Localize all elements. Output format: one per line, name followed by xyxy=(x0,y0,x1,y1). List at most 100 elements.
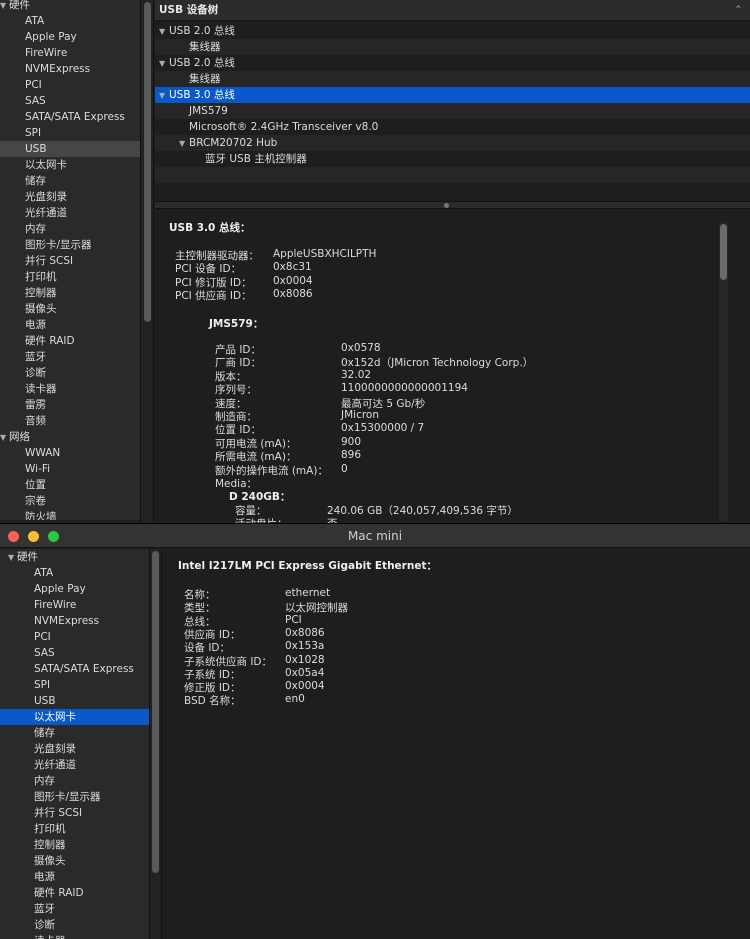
sidebar-item-摄像头[interactable]: 摄像头 xyxy=(0,301,140,317)
disclosure-triangle-icon[interactable]: ▼ xyxy=(179,136,189,152)
sidebar-item-apple-pay[interactable]: Apple Pay xyxy=(0,581,149,597)
sidebar-item-以太网卡[interactable]: 以太网卡 xyxy=(0,157,140,173)
sidebar-item-label: 储存 xyxy=(34,727,55,739)
device-tree-row-microsoft-2-4ghz-transceiver-v8-0[interactable]: Microsoft® 2.4GHz Transceiver v8.0 xyxy=(155,119,750,135)
sidebar-item-sata-sata-express[interactable]: SATA/SATA Express xyxy=(0,661,149,677)
sidebar-item-读卡器[interactable]: 读卡器 xyxy=(0,381,140,397)
sidebar-item-防火墙[interactable]: 防火墙 xyxy=(0,509,140,520)
device-tree-row-usb-3-0-总线[interactable]: ▼ USB 3.0 总线 xyxy=(155,87,750,103)
disclosure-triangle-icon[interactable]: ▼ xyxy=(159,56,169,72)
sidebar-item-usb[interactable]: USB xyxy=(0,141,140,157)
category-sidebar[interactable]: ▼ 硬件 ATA Apple Pay FireWire NVMExpress PCI SAS S… xyxy=(0,549,149,939)
sidebar-group-硬件[interactable]: ▼ 硬件 xyxy=(0,0,140,13)
sidebar-item-spi[interactable]: SPI xyxy=(0,677,149,693)
sidebar-item-控制器[interactable]: 控制器 xyxy=(0,837,149,853)
splitter-handle-icon[interactable] xyxy=(444,203,449,208)
sidebar-item-光纤通道[interactable]: 光纤通道 xyxy=(0,205,140,221)
device-tree-row-集线器[interactable]: 集线器 xyxy=(155,71,750,87)
sidebar-item-电源[interactable]: 电源 xyxy=(0,869,149,885)
sidebar-item-诊断[interactable]: 诊断 xyxy=(0,365,140,381)
sidebar-group-网络[interactable]: ▼ 网络 xyxy=(0,429,140,445)
sidebar-item-label: 以太网卡 xyxy=(25,159,67,171)
disclosure-triangle-icon[interactable]: ▼ xyxy=(159,24,169,40)
sidebar-item-nvmexpress[interactable]: NVMExpress xyxy=(0,61,140,77)
sidebar-item-电源[interactable]: 电源 xyxy=(0,317,140,333)
property-value: 896 xyxy=(341,449,362,462)
sidebar-item-蓝牙[interactable]: 蓝牙 xyxy=(0,901,149,917)
sidebar-group-硬件[interactable]: ▼ 硬件 xyxy=(0,549,149,565)
device-tree-row-usb-2-0-总线[interactable]: ▼ USB 2.0 总线 xyxy=(155,55,750,71)
sidebar-item-光纤通道[interactable]: 光纤通道 xyxy=(0,757,149,773)
sidebar-item-储存[interactable]: 储存 xyxy=(0,173,140,189)
sidebar-item-雷雳[interactable]: 雷雳 xyxy=(0,397,140,413)
sidebar-item-label: 电源 xyxy=(34,871,55,883)
sidebar-scrollbar[interactable] xyxy=(149,549,162,939)
device-tree-row-jms579[interactable]: JMS579 xyxy=(155,103,750,119)
sidebar-item-储存[interactable]: 储存 xyxy=(0,725,149,741)
sidebar-scrollbar[interactable] xyxy=(140,0,154,523)
sidebar-item-sata-sata-express[interactable]: SATA/SATA Express xyxy=(0,109,140,125)
sidebar-item-图形卡-显示器[interactable]: 图形卡/显示器 xyxy=(0,237,140,253)
sidebar-item-firewire[interactable]: FireWire xyxy=(0,597,149,613)
disclosure-triangle-icon[interactable]: ▼ xyxy=(0,0,9,14)
sidebar-item-label: 打印机 xyxy=(34,823,66,835)
sidebar-item-打印机[interactable]: 打印机 xyxy=(0,821,149,837)
sidebar-item-硬件-raid[interactable]: 硬件 RAID xyxy=(0,333,140,349)
sidebar-item-nvmexpress[interactable]: NVMExpress xyxy=(0,613,149,629)
detail-scrollbar[interactable] xyxy=(719,222,728,522)
sidebar-item-音频[interactable]: 音频 xyxy=(0,413,140,429)
sidebar-item-apple-pay[interactable]: Apple Pay xyxy=(0,29,140,45)
sidebar-item-图形卡-显示器[interactable]: 图形卡/显示器 xyxy=(0,789,149,805)
sidebar-item-wi-fi[interactable]: Wi-Fi xyxy=(0,461,140,477)
sidebar-item-内存[interactable]: 内存 xyxy=(0,773,149,789)
sidebar-item-硬件-raid[interactable]: 硬件 RAID xyxy=(0,885,149,901)
sidebar-item-并行-scsi[interactable]: 并行 SCSI xyxy=(0,805,149,821)
usb-device-tree[interactable]: ▼ USB 2.0 总线 集线器 ▼ USB 2.0 总线 集线器 ▼ USB 3.0 总线 J… xyxy=(155,21,750,201)
category-sidebar[interactable]: ▼ 硬件 ATA Apple Pay FireWire NVMExpress PCI SAS S… xyxy=(0,0,140,520)
pane-splitter[interactable] xyxy=(155,201,750,209)
sidebar-item-label: 以太网卡 xyxy=(34,711,76,723)
device-tree-row-集线器[interactable]: 集线器 xyxy=(155,39,750,55)
sidebar-item-蓝牙[interactable]: 蓝牙 xyxy=(0,349,140,365)
sidebar-item-以太网卡[interactable]: 以太网卡 xyxy=(0,709,149,725)
chevron-up-icon[interactable]: ⌃ xyxy=(734,0,742,20)
device-tree-row-brcm20702-hub[interactable]: ▼ BRCM20702 Hub xyxy=(155,135,750,151)
sidebar-item-spi[interactable]: SPI xyxy=(0,125,140,141)
detail-scroll-thumb[interactable] xyxy=(720,224,727,280)
sidebar-item-位置[interactable]: 位置 xyxy=(0,477,140,493)
property-value: 0x1028 xyxy=(285,653,325,666)
sidebar-item-ata[interactable]: ATA xyxy=(0,13,140,29)
sidebar-item-内存[interactable]: 内存 xyxy=(0,221,140,237)
sidebar-item-宗卷[interactable]: 宗卷 xyxy=(0,493,140,509)
system-information-window-usb: ▼ 硬件 ATA Apple Pay FireWire NVMExpress PCI SAS S… xyxy=(0,0,750,523)
device-tree-header[interactable]: USB 设备树 ⌃ xyxy=(155,0,750,21)
sidebar-item-label: WWAN xyxy=(25,447,61,459)
sidebar-item-诊断[interactable]: 诊断 xyxy=(0,917,149,933)
disclosure-triangle-icon[interactable]: ▼ xyxy=(0,430,9,446)
sidebar-item-ata[interactable]: ATA xyxy=(0,565,149,581)
title-bar[interactable]: Mac mini xyxy=(0,524,750,548)
sidebar-item-pci[interactable]: PCI xyxy=(0,77,140,93)
device-tree-label: 蓝牙 USB 主机控制器 xyxy=(205,153,307,165)
device-tree-row-usb-2-0-总线[interactable]: ▼ USB 2.0 总线 xyxy=(155,23,750,39)
disclosure-triangle-icon[interactable]: ▼ xyxy=(159,88,169,104)
sidebar-item-firewire[interactable]: FireWire xyxy=(0,45,140,61)
sidebar-item-控制器[interactable]: 控制器 xyxy=(0,285,140,301)
sidebar-item-sas[interactable]: SAS xyxy=(0,93,140,109)
sidebar-item-label: 读卡器 xyxy=(25,383,57,395)
sidebar-item-usb[interactable]: USB xyxy=(0,693,149,709)
sidebar-item-label: Wi-Fi xyxy=(25,463,51,475)
sidebar-item-光盘刻录[interactable]: 光盘刻录 xyxy=(0,189,140,205)
sidebar-item-读卡器[interactable]: 读卡器 xyxy=(0,933,149,939)
sidebar-item-pci[interactable]: PCI xyxy=(0,629,149,645)
disclosure-triangle-icon[interactable]: ▼ xyxy=(8,550,17,566)
sidebar-scroll-thumb[interactable] xyxy=(144,2,151,322)
sidebar-item-光盘刻录[interactable]: 光盘刻录 xyxy=(0,741,149,757)
device-tree-row-蓝牙-usb-主机控制器[interactable]: 蓝牙 USB 主机控制器 xyxy=(155,151,750,167)
sidebar-item-sas[interactable]: SAS xyxy=(0,645,149,661)
sidebar-scroll-thumb[interactable] xyxy=(152,551,159,873)
sidebar-item-摄像头[interactable]: 摄像头 xyxy=(0,853,149,869)
sidebar-item-打印机[interactable]: 打印机 xyxy=(0,269,140,285)
sidebar-item-wwan[interactable]: WWAN xyxy=(0,445,140,461)
sidebar-item-并行-scsi[interactable]: 并行 SCSI xyxy=(0,253,140,269)
